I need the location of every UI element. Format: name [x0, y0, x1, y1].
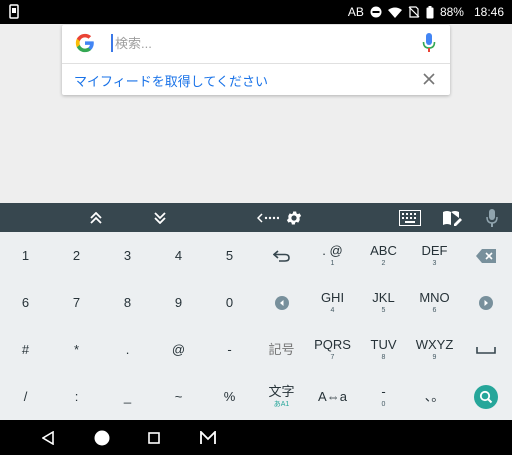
keyboard-arrow-icon[interactable] [256, 203, 280, 232]
key-slash[interactable]: / [0, 373, 51, 420]
key-3[interactable]: 3 [102, 232, 153, 279]
cursor-left-key[interactable] [256, 279, 307, 326]
gmail-icon[interactable] [194, 420, 222, 455]
chevron-double-up-icon[interactable] [82, 203, 110, 232]
key-6[interactable]: 6 [0, 279, 51, 326]
home-icon[interactable] [88, 420, 116, 455]
recents-icon[interactable] [140, 420, 168, 455]
key-tuv[interactable]: TUV 8 [358, 326, 409, 373]
mic-icon[interactable] [480, 203, 504, 232]
key-abc[interactable]: ABC 2 [358, 232, 409, 279]
battery-percent: 88% [439, 5, 464, 19]
key-mno[interactable]: MNO 6 [409, 279, 460, 326]
key-asterisk[interactable]: * [51, 326, 102, 373]
right-arrow-icon [479, 295, 493, 310]
undo-key[interactable] [256, 232, 307, 279]
key-pqrs[interactable]: PQRS 7 [307, 326, 358, 373]
search-key[interactable] [460, 373, 512, 420]
cursor-right-key[interactable] [460, 279, 512, 326]
keyboard-toolbar [0, 203, 512, 232]
key-0[interactable]: 0 [204, 279, 255, 326]
key-tilde[interactable]: ~ [153, 373, 204, 420]
key-period[interactable]: . [102, 326, 153, 373]
key-4[interactable]: 4 [153, 232, 204, 279]
left-arrow-icon [274, 295, 289, 310]
text-caret [111, 34, 113, 52]
navigation-bar [0, 420, 512, 455]
key-1[interactable]: 1 [0, 232, 51, 279]
keyboard-grid-icon[interactable] [396, 203, 424, 232]
key-ghi[interactable]: GHI 4 [307, 279, 358, 326]
close-icon[interactable] [422, 72, 436, 86]
dictionary-edit-icon[interactable] [438, 203, 466, 232]
get-feed-link[interactable]: マイフィードを取得してください [74, 71, 268, 90]
chevron-double-down-icon[interactable] [146, 203, 174, 232]
voice-search-icon[interactable] [422, 33, 436, 53]
backspace-key[interactable] [460, 232, 512, 279]
key-7[interactable]: 7 [51, 279, 102, 326]
search-input[interactable] [115, 31, 415, 55]
undo-icon [272, 249, 290, 262]
battery-icon [426, 5, 434, 19]
space-key[interactable] [460, 326, 512, 373]
key-colon[interactable]: : [51, 373, 102, 420]
space-icon [476, 346, 496, 354]
carrier-label: AB [347, 5, 364, 19]
key-japanese-punct[interactable]: 、。 [409, 373, 460, 420]
key-at[interactable]: @ [153, 326, 204, 373]
clock: 18:46 [473, 5, 504, 19]
phone-icon [9, 4, 19, 22]
case-toggle-key[interactable]: A⇔a [307, 373, 358, 420]
search-widget: マイフィードを取得してください [62, 25, 450, 95]
key-underscore[interactable]: _ [102, 373, 153, 420]
gear-icon[interactable] [282, 203, 306, 232]
dnd-icon [370, 6, 382, 18]
key-hyphen[interactable]: - [204, 326, 255, 373]
backspace-icon [476, 248, 496, 263]
key-8[interactable]: 8 [102, 279, 153, 326]
key-percent[interactable]: % [204, 373, 255, 420]
key-wxyz[interactable]: WXYZ 9 [409, 326, 460, 373]
key-jkl[interactable]: JKL 5 [358, 279, 409, 326]
key-def[interactable]: DEF 3 [409, 232, 460, 279]
status-bar: AB 88% 18:46 [0, 0, 512, 24]
search-icon [474, 384, 498, 409]
wifi-icon [387, 7, 402, 18]
key-5[interactable]: 5 [204, 232, 255, 279]
key-2[interactable]: 2 [51, 232, 102, 279]
input-mode-key[interactable]: 文字 あA1 [256, 373, 307, 420]
back-icon[interactable] [34, 420, 62, 455]
no-sim-icon [408, 6, 420, 18]
key-dash-0[interactable]: -0 [358, 373, 409, 420]
key-punct[interactable]: . @1 [307, 232, 358, 279]
google-logo-icon [75, 33, 94, 53]
key-hash[interactable]: # [0, 326, 51, 373]
symbols-key[interactable]: 記号 [256, 326, 307, 373]
search-bar[interactable] [62, 25, 450, 63]
feed-prompt-row: マイフィードを取得してください [62, 64, 450, 95]
key-9[interactable]: 9 [153, 279, 204, 326]
keyboard: 1 2 3 4 5 . @1 ABC 2 DEF 3 6 7 8 9 0 GHI 4 … [0, 232, 512, 420]
